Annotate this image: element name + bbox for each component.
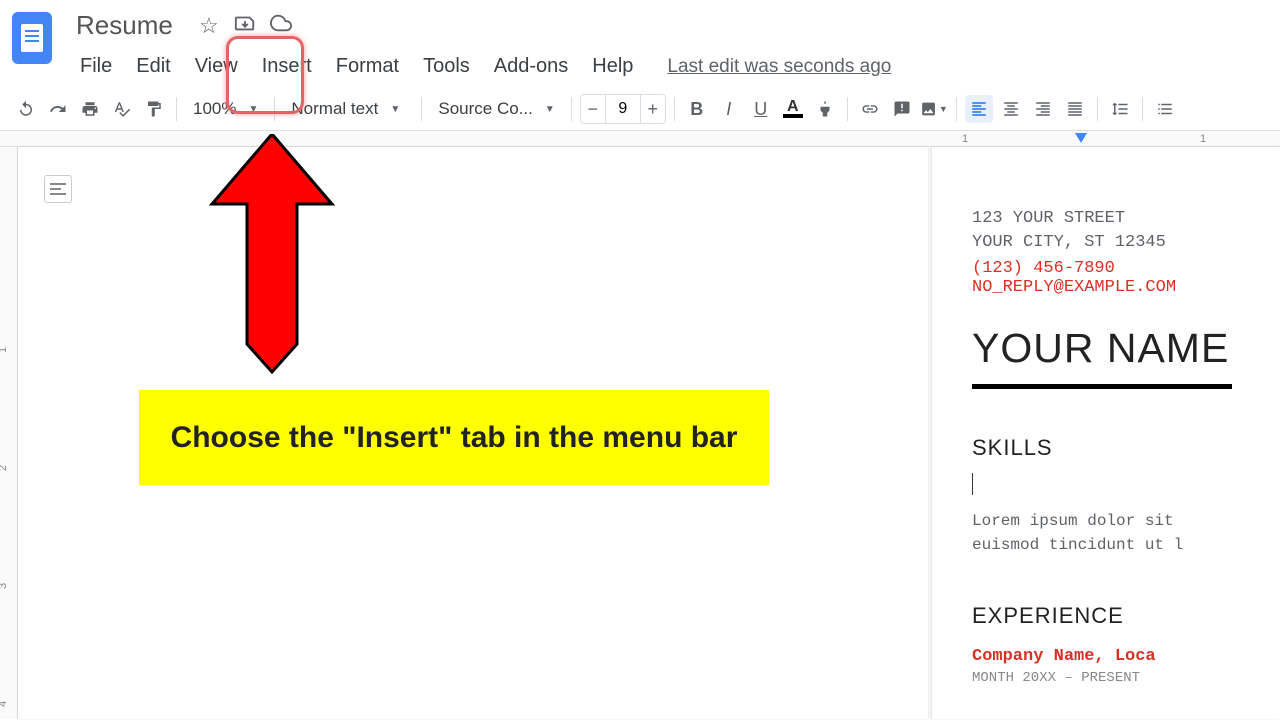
paint-format-button[interactable] [140, 95, 168, 123]
zoom-dropdown[interactable]: 100%▼ [185, 95, 266, 123]
print-button[interactable] [76, 95, 104, 123]
move-icon[interactable] [231, 12, 259, 40]
separator [847, 97, 848, 121]
undo-button[interactable] [12, 95, 40, 123]
image-button[interactable]: ▼ [920, 95, 948, 123]
underline-button[interactable]: U [747, 95, 775, 123]
address-line-2: YOUR CITY, ST 12345 [972, 231, 1280, 255]
phone-number: (123) 456-7890 [972, 259, 1280, 278]
style-dropdown[interactable]: Normal text▼ [283, 95, 413, 123]
menu-addons[interactable]: Add-ons [484, 49, 579, 84]
horizontal-ruler[interactable]: 1 1 [0, 131, 1280, 147]
font-dropdown[interactable]: Source Co...▼ [430, 95, 562, 123]
callout-annotation: Choose the "Insert" tab in the menu bar [139, 390, 769, 485]
email-address: NO_REPLY@EXAMPLE.COM [972, 278, 1280, 297]
title-row: Resume ☆ [70, 8, 891, 43]
separator [421, 97, 422, 121]
separator [956, 97, 957, 121]
address-line-1: 123 YOUR STREET [972, 207, 1280, 231]
redo-button[interactable] [44, 95, 72, 123]
align-justify-button[interactable] [1061, 95, 1089, 123]
company-line: Company Name, Loca [972, 647, 1280, 666]
resume-document[interactable]: 123 YOUR STREET YOUR CITY, ST 12345 (123… [932, 147, 1280, 719]
align-right-button[interactable] [1029, 95, 1057, 123]
separator [571, 97, 572, 121]
menu-format[interactable]: Format [326, 49, 409, 84]
menu-edit[interactable]: Edit [126, 49, 180, 84]
align-left-button[interactable] [965, 95, 993, 123]
name-underline [972, 384, 1232, 389]
menu-insert[interactable]: Insert [252, 49, 322, 84]
checklist-button[interactable] [1151, 95, 1179, 123]
font-size-increase[interactable]: + [641, 95, 665, 123]
line-spacing-button[interactable] [1106, 95, 1134, 123]
toolbar: 100%▼ Normal text▼ Source Co...▼ − 9 + B… [0, 88, 1280, 131]
separator [176, 97, 177, 121]
cloud-status-icon[interactable] [267, 12, 295, 40]
resume-name-heading: YOUR NAME [972, 325, 1280, 372]
bold-button[interactable]: B [683, 95, 711, 123]
ruler-mark: 1 [962, 133, 968, 145]
dates-line: MONTH 20XX – PRESENT [972, 670, 1280, 686]
ruler-mark: 1 [1200, 133, 1206, 145]
menu-file[interactable]: File [70, 49, 122, 84]
link-button[interactable] [856, 95, 884, 123]
font-size-value[interactable]: 9 [605, 95, 641, 123]
font-size-control: − 9 + [580, 94, 666, 124]
font-size-decrease[interactable]: − [581, 95, 605, 123]
ruler-indent-marker[interactable] [1075, 133, 1087, 143]
outline-toggle-icon[interactable] [44, 175, 72, 203]
document-title[interactable]: Resume [70, 8, 179, 43]
text-color-button[interactable]: A [779, 95, 807, 123]
highlight-button[interactable] [811, 95, 839, 123]
spellcheck-button[interactable] [108, 95, 136, 123]
menu-bar: File Edit View Insert Format Tools Add-o… [70, 49, 891, 84]
align-center-button[interactable] [997, 95, 1025, 123]
separator [1142, 97, 1143, 121]
comment-button[interactable] [888, 95, 916, 123]
separator [674, 97, 675, 121]
star-icon[interactable]: ☆ [195, 13, 223, 39]
menu-tools[interactable]: Tools [413, 49, 480, 84]
separator [1097, 97, 1098, 121]
skills-text: Lorem ipsum dolor sit euismod tincidunt … [972, 509, 1280, 557]
menu-help[interactable]: Help [582, 49, 643, 84]
last-edit-link[interactable]: Last edit was seconds ago [667, 56, 891, 78]
menu-view[interactable]: View [185, 49, 248, 84]
italic-button[interactable]: I [715, 95, 743, 123]
text-cursor [972, 473, 1280, 495]
separator [274, 97, 275, 121]
skills-heading: SKILLS [972, 435, 1280, 461]
header-area: Resume ☆ File Edit View Insert Format To… [0, 0, 1280, 84]
docs-logo[interactable] [12, 12, 52, 64]
vertical-ruler[interactable]: 1 2 3 4 [0, 147, 18, 719]
experience-heading: EXPERIENCE [972, 603, 1280, 629]
